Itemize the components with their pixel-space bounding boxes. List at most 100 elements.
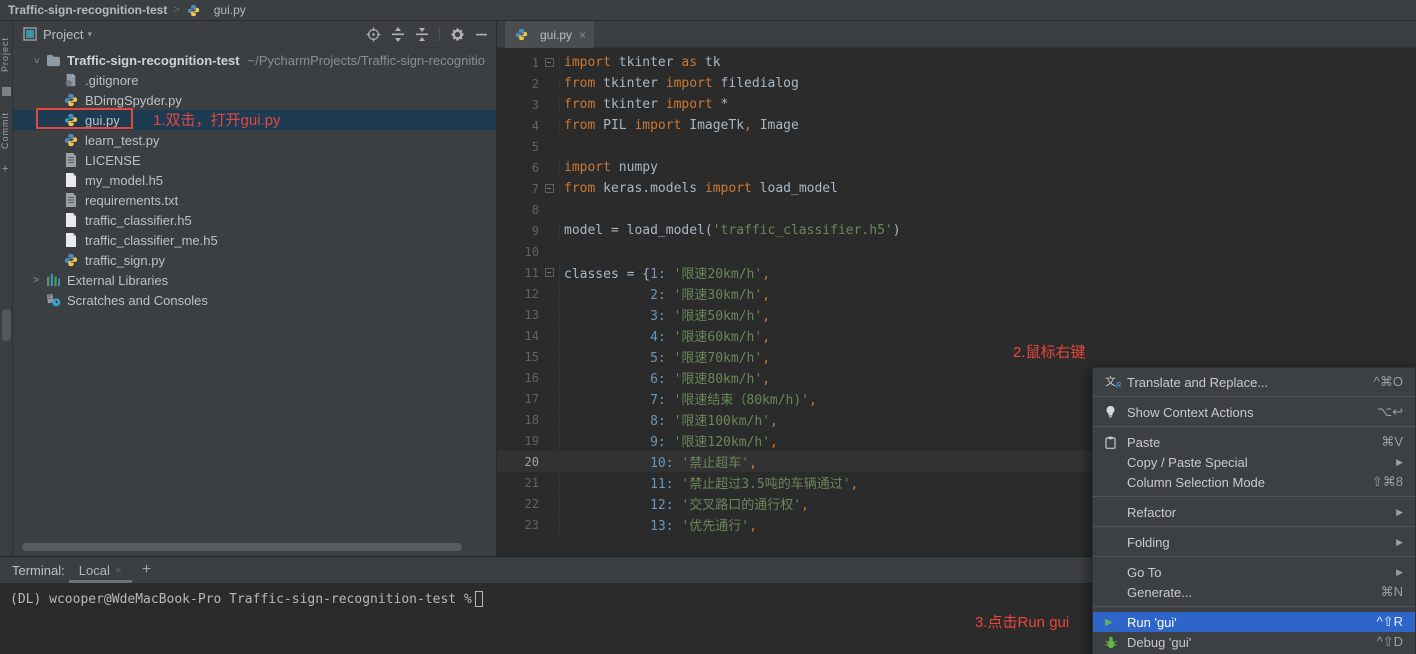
code-text: 5: '限速70km/h', (559, 347, 1416, 366)
context-menu: 文RTranslate and Replace...^⌘O Show Contex… (1092, 367, 1416, 654)
code-line-3: 3from tkinter import * (497, 94, 1416, 115)
code-text: classes = {1: '限速20km/h', (559, 263, 1416, 282)
code-line-11: 11−classes = {1: '限速20km/h', (497, 262, 1416, 283)
menu-item-show-context-actions[interactable]: Show Context Actions⌥↩ (1093, 402, 1415, 422)
line-number: 16 (497, 371, 539, 385)
menu-item-column-selection-mode[interactable]: Column Selection Mode⇧⌘8 (1093, 472, 1415, 492)
libraries-icon (45, 272, 61, 288)
pycharm-window: Traffic-sign-recognition-test > gui.py P… (0, 0, 1416, 654)
code-line-7: 7−from keras.models import load_model (497, 178, 1416, 199)
menu-shortcut: ⌘V (1381, 434, 1403, 450)
locate-icon[interactable] (366, 27, 381, 42)
tree-item-label: External Libraries (67, 273, 168, 288)
project-panel-title[interactable]: Project (43, 27, 83, 42)
tree-item--gitignore[interactable]: .gitignore (13, 70, 496, 90)
code-line-8: 8 (497, 199, 1416, 220)
tree-item-label: traffic_classifier_me.h5 (85, 233, 218, 248)
code-text: from keras.models import load_model (559, 181, 1416, 196)
menu-separator (1093, 556, 1415, 557)
tree-item-requirements-txt[interactable]: requirements.txt (13, 190, 496, 210)
tool-window-stripe: Project Commit + (0, 21, 13, 556)
toolbar-separator (439, 27, 440, 41)
tree-item-traffic-classifier-me-h5[interactable]: traffic_classifier_me.h5 (13, 230, 496, 250)
menu-shortcut: ^⇧R (1377, 614, 1403, 630)
hide-icon[interactable] (475, 28, 488, 41)
tree-item-external-libraries[interactable]: > External Libraries (13, 270, 496, 290)
tree-item-license[interactable]: LICENSE (13, 150, 496, 170)
menu-item-folding[interactable]: Folding▶ (1093, 532, 1415, 552)
breadcrumb-project[interactable]: Traffic-sign-recognition-test (8, 3, 167, 17)
stripe-thumb[interactable] (2, 309, 11, 341)
tree-item-scratches-and-consoles[interactable]: Scratches and Consoles (13, 290, 496, 310)
tree-item-traffic-sign-recognition-test[interactable]: >Traffic-sign-recognition-test~/PycharmP… (13, 50, 496, 70)
stripe-project-button[interactable]: Project (0, 27, 13, 81)
horizontal-scrollbar[interactable] (22, 543, 462, 551)
line-number: 12 (497, 287, 539, 301)
python-icon (63, 252, 79, 268)
project-panel: Project ▾ >Traffic-sign-recognition-test… (13, 21, 497, 556)
folder-icon (45, 52, 61, 68)
menu-item-run-gui[interactable]: ▶Run 'gui'^⇧R (1093, 612, 1415, 632)
translate-icon: 文R (1105, 373, 1127, 390)
tree-item-bdimgspyder-py[interactable]: BDimgSpyder.py (13, 90, 496, 110)
tree-item-gui-py[interactable]: gui.py (13, 110, 496, 130)
tree-item-label: traffic_sign.py (85, 253, 165, 268)
tab-label: gui.py (540, 28, 572, 42)
collapse-all-icon[interactable] (415, 27, 429, 42)
tree-item-traffic-sign-py[interactable]: traffic_sign.py (13, 250, 496, 270)
settings-icon[interactable] (450, 27, 465, 42)
terminal-title: Terminal: (12, 563, 65, 578)
menu-separator (1093, 396, 1415, 397)
expand-all-icon[interactable] (391, 27, 405, 42)
line-number: 17 (497, 392, 539, 406)
code-text: import tkinter as tk (559, 55, 1416, 70)
close-icon[interactable]: × (115, 563, 122, 577)
menu-item-translate-and-replace[interactable]: 文RTranslate and Replace...^⌘O (1093, 372, 1415, 392)
menu-item-label: Refactor (1127, 505, 1384, 520)
code-line-6: 6import numpy (497, 157, 1416, 178)
run-icon: ▶ (1105, 617, 1127, 628)
stripe-commit-button[interactable]: Commit (0, 103, 13, 159)
line-number: 7 (497, 182, 539, 196)
tree-item-label: gui.py (85, 113, 120, 128)
line-number: 13 (497, 308, 539, 322)
tab-gui-py[interactable]: gui.py × (505, 21, 594, 48)
line-number: 23 (497, 518, 539, 532)
stripe-add-icon[interactable]: + (2, 163, 8, 175)
menu-item-generate[interactable]: Generate...⌘N (1093, 582, 1415, 602)
bulb-icon (1105, 405, 1127, 419)
fold-marker-icon[interactable]: − (545, 268, 554, 277)
menu-item-debug-gui[interactable]: Debug 'gui'^⇧D (1093, 632, 1415, 652)
menu-shortcut: ⌘N (1381, 584, 1403, 600)
menu-item-label: Paste (1127, 435, 1369, 450)
submenu-arrow-icon: ▶ (1396, 537, 1403, 548)
tree-item-label: traffic_classifier.h5 (85, 213, 192, 228)
terminal-tab-local[interactable]: Local × (75, 557, 126, 583)
chevron-expanded-icon[interactable]: > (31, 51, 42, 69)
fold-marker-icon[interactable]: − (545, 184, 554, 193)
chevron-collapsed-icon[interactable]: > (27, 275, 45, 286)
menu-separator (1093, 606, 1415, 607)
breadcrumb-file[interactable]: gui.py (214, 3, 246, 17)
active-tab-underline (69, 580, 132, 583)
python-icon (63, 132, 79, 148)
tree-item-learn-test-py[interactable]: learn_test.py (13, 130, 496, 150)
fold-marker-icon[interactable]: − (545, 58, 554, 67)
menu-item-label: Debug 'gui' (1127, 635, 1365, 650)
file-icon (63, 212, 79, 228)
project-tool-icon (23, 27, 37, 41)
code-line-9: 9model = load_model('traffic_classifier.… (497, 220, 1416, 241)
menu-item-copy-paste-special[interactable]: Copy / Paste Special▶ (1093, 452, 1415, 472)
tree-item-traffic-classifier-h5[interactable]: traffic_classifier.h5 (13, 210, 496, 230)
file-icon (63, 232, 79, 248)
close-icon[interactable]: × (579, 28, 586, 42)
chevron-down-icon[interactable]: ▾ (87, 29, 92, 40)
new-terminal-icon[interactable]: + (142, 561, 151, 579)
python-icon (186, 2, 202, 18)
menu-item-refactor[interactable]: Refactor▶ (1093, 502, 1415, 522)
tree-item-my-model-h5[interactable]: my_model.h5 (13, 170, 496, 190)
menu-item-go-to[interactable]: Go To▶ (1093, 562, 1415, 582)
code-line-4: 4from PIL import ImageTk, Image (497, 115, 1416, 136)
tree-item-label: BDimgSpyder.py (85, 93, 182, 108)
menu-item-paste[interactable]: Paste ⌘V (1093, 432, 1415, 452)
